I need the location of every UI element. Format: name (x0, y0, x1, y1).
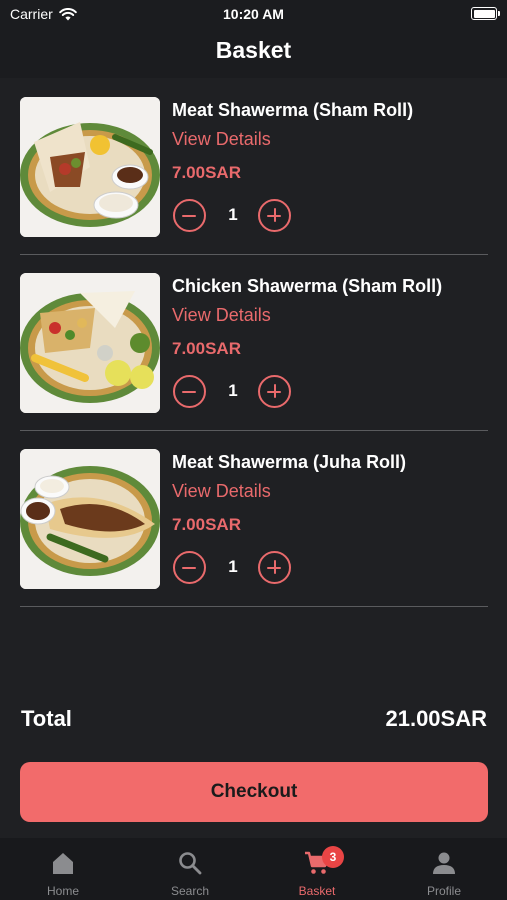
person-icon (433, 852, 455, 874)
basket-item: Meat Shawerma (Sham Roll) View Details 7… (20, 97, 488, 255)
search-icon (179, 852, 202, 875)
item-quantity: 1 (228, 381, 238, 400)
divider (20, 430, 488, 431)
status-time: 10:20 AM (223, 6, 284, 22)
tab-profile[interactable]: Profile (381, 838, 507, 900)
battery-icon (471, 7, 500, 20)
tab-basket[interactable]: Basket (254, 838, 380, 900)
home-icon (53, 853, 73, 874)
tab-home[interactable]: Home (0, 838, 126, 900)
increase-quantity-button[interactable] (258, 199, 291, 232)
total-value: 21.00SAR (385, 706, 487, 731)
decrease-quantity-button[interactable] (173, 551, 206, 584)
item-name: Chicken Shawerma (Sham Roll) (172, 276, 443, 296)
tab-search[interactable]: Search (127, 838, 253, 900)
basket-item: Meat Shawerma (Juha Roll) View Details 7… (20, 449, 488, 607)
total-label: Total (21, 706, 72, 731)
increase-quantity-button[interactable] (258, 375, 291, 408)
view-details-link[interactable]: View Details (172, 129, 271, 150)
item-price: 7.00SAR (172, 515, 241, 534)
page-title: Basket (215, 37, 292, 63)
item-name: Meat Shawerma (Sham Roll) (172, 100, 414, 120)
top-bar: Carrier 10:20 AM Basket (0, 0, 507, 78)
divider (20, 606, 488, 607)
item-price: 7.00SAR (172, 163, 241, 182)
divider (20, 254, 488, 255)
item-image (20, 449, 160, 589)
decrease-quantity-button[interactable] (173, 199, 206, 232)
item-price: 7.00SAR (172, 339, 241, 358)
tab-label: Search (170, 884, 210, 898)
tab-label: Basket (298, 884, 336, 898)
tab-label: Home (46, 884, 79, 898)
increase-quantity-button[interactable] (258, 551, 291, 584)
item-quantity: 1 (228, 557, 238, 576)
view-details-link[interactable]: View Details (172, 305, 271, 326)
tab-bar: Home Search Basket Profile (0, 838, 507, 900)
item-name: Meat Shawerma (Juha Roll) (172, 452, 407, 472)
view-details-link[interactable]: View Details (172, 481, 271, 502)
decrease-quantity-button[interactable] (173, 375, 206, 408)
cart-count-badge: 3 (322, 846, 344, 868)
basket-item: Chicken Shawerma (Sham Roll) View Detail… (20, 273, 488, 431)
item-image (20, 97, 160, 237)
checkout-button[interactable]: Checkout (20, 762, 488, 822)
item-quantity: 1 (228, 205, 238, 224)
item-image (20, 273, 160, 413)
tab-label: Profile (426, 884, 461, 898)
status-bar: Carrier 10:20 AM (0, 0, 507, 28)
